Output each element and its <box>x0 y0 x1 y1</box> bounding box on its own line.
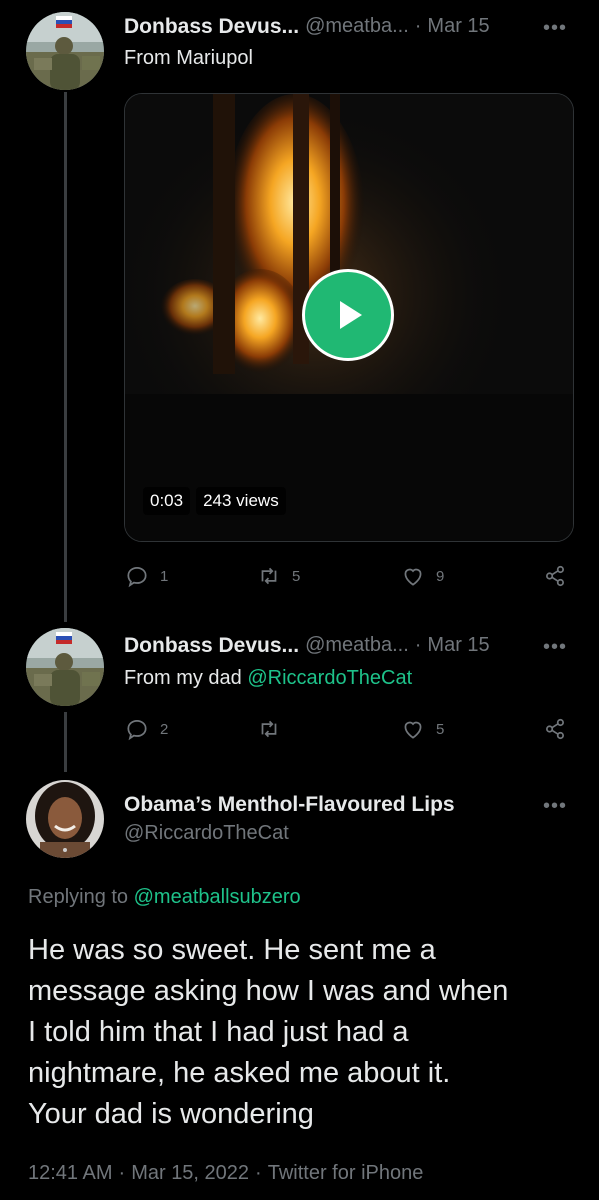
avatar[interactable] <box>26 12 104 90</box>
video-duration: 0:03 <box>143 487 191 515</box>
replying-to-label: Replying to <box>28 886 134 908</box>
tweet-client[interactable]: Twitter for iPhone <box>268 1162 424 1185</box>
reply-button[interactable]: 1 <box>124 563 168 589</box>
tweet-text-line: nightmare, he asked me about it. <box>28 1057 451 1089</box>
like-button[interactable]: 9 <box>400 563 444 589</box>
like-count: 5 <box>436 720 445 738</box>
tweet-actions: 1 5 9 <box>124 563 574 593</box>
more-options-icon[interactable]: ••• <box>543 636 567 659</box>
author-handle[interactable]: @meatba... <box>305 15 409 39</box>
tweet-time[interactable]: 12:41 AM <box>28 1162 113 1185</box>
mention-link[interactable]: @RiccardoTheCat <box>247 667 412 689</box>
tweet-text-line: He was so sweet. He sent me a <box>28 934 436 966</box>
separator: · <box>414 15 422 37</box>
tweet-text: He was so sweet. He sent me a message as… <box>28 930 588 1135</box>
tweet-text-line: message asking how I was and when <box>28 975 509 1007</box>
retweet-button[interactable]: 5 <box>256 563 300 589</box>
woman-avatar-image <box>26 780 104 858</box>
like-count: 9 <box>436 567 445 585</box>
video-views: 243 views <box>196 487 286 515</box>
separator: · <box>118 1162 126 1184</box>
tweet-date[interactable]: Mar 15 <box>427 15 489 39</box>
heart-icon <box>404 568 422 586</box>
replying-to-link[interactable]: @meatballsubzero <box>134 886 301 908</box>
reply-count: 1 <box>160 567 169 585</box>
retweet-count: 5 <box>292 567 301 585</box>
thread-line <box>64 712 67 772</box>
retweet-icon <box>261 720 277 738</box>
share-icon <box>546 565 564 587</box>
tweet-full-date[interactable]: Mar 15, 2022 <box>131 1162 249 1185</box>
video-info: 0:03 243 views <box>143 487 286 515</box>
retweet-button[interactable] <box>256 716 292 742</box>
tweet-text-line: I told him that I had just had a <box>28 1016 409 1048</box>
share-button[interactable] <box>542 563 568 589</box>
reply-icon <box>127 720 147 741</box>
soldier-avatar-image <box>26 12 104 90</box>
tweet-text: From my dad @RiccardoTheCat <box>124 667 412 690</box>
author-name[interactable]: Obama’s Menthol-Flavoured Lips <box>124 793 455 817</box>
retweet-icon <box>261 567 277 585</box>
tweet-date[interactable]: Mar 15 <box>427 634 489 658</box>
avatar[interactable] <box>26 628 104 706</box>
soldier-avatar-image <box>26 628 104 706</box>
more-options-icon[interactable]: ••• <box>543 17 567 40</box>
play-icon <box>340 301 362 329</box>
author-name[interactable]: Donbass Devus... <box>124 634 299 658</box>
video-player[interactable]: 0:03 243 views <box>124 93 574 542</box>
share-button[interactable] <box>542 716 568 742</box>
share-icon <box>546 718 564 740</box>
tweet-text: From Mariupol <box>124 47 253 69</box>
author-handle[interactable]: @RiccardoTheCat <box>124 822 289 845</box>
tweet-meta: 12:41 AM · Mar 15, 2022 · Twitter for iP… <box>28 1162 423 1185</box>
reply-button[interactable]: 2 <box>124 716 168 742</box>
more-options-icon[interactable]: ••• <box>543 795 567 818</box>
thread-line <box>64 92 67 622</box>
like-button[interactable]: 5 <box>400 716 444 742</box>
replying-to: Replying to @meatballsubzero <box>28 886 301 909</box>
separator: · <box>255 1162 262 1184</box>
avatar[interactable] <box>26 780 104 858</box>
tweet-text-line: Your dad is wondering <box>28 1098 314 1130</box>
separator: · <box>414 634 422 656</box>
tweet-text-prefix: From my dad <box>124 667 248 689</box>
reply-count: 2 <box>160 720 169 738</box>
tweet-actions: 2 5 <box>124 716 574 746</box>
heart-icon <box>404 721 422 739</box>
reply-icon <box>127 567 147 588</box>
author-handle[interactable]: @meatba... <box>305 634 409 658</box>
play-button[interactable] <box>302 269 394 361</box>
author-name[interactable]: Donbass Devus... <box>124 15 299 39</box>
